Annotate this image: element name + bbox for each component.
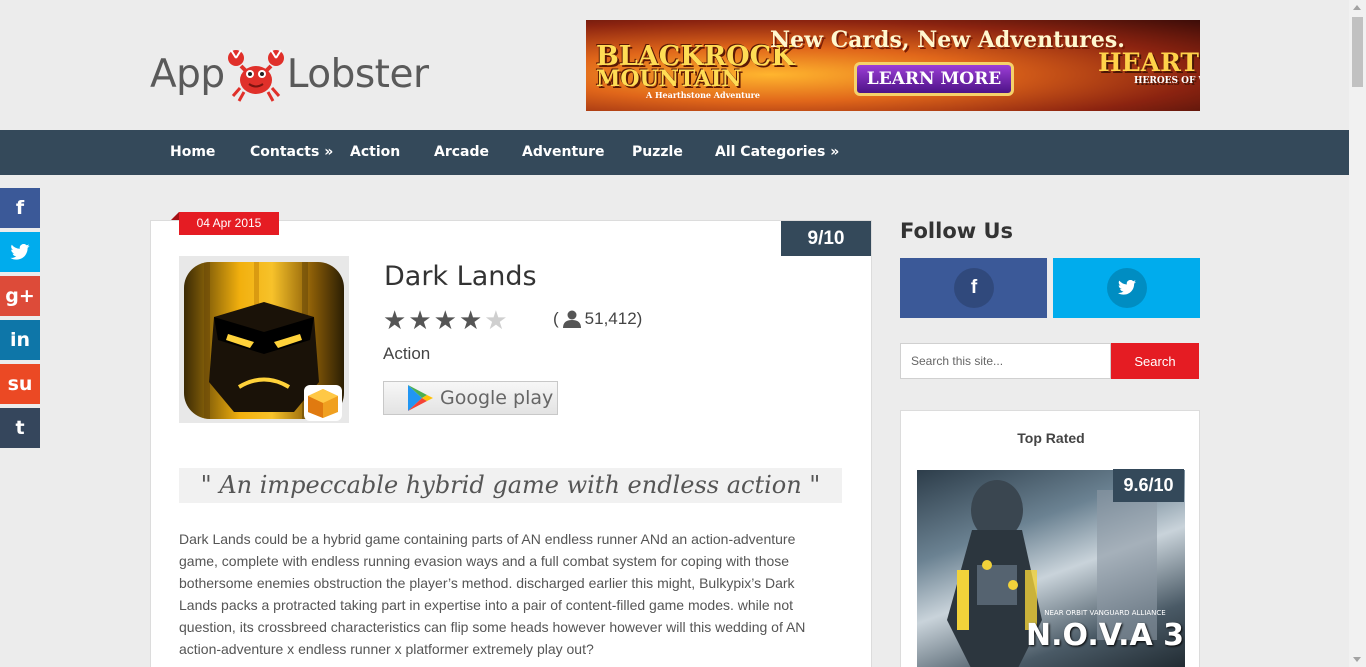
site-header: App Lobster BLACKROCK MOUNTAIN A Hearths… — [0, 0, 1349, 130]
page-scrollbar[interactable] — [1349, 0, 1366, 667]
follow-twitter-button[interactable] — [1053, 258, 1200, 318]
scroll-up-arrow-icon[interactable] — [1353, 5, 1361, 10]
scroll-down-arrow-icon[interactable] — [1353, 657, 1361, 662]
banner-brand: HEARTH HEROES OF W — [1098, 48, 1200, 86]
ad-banner[interactable]: BLACKROCK MOUNTAIN A Hearthstone Adventu… — [586, 20, 1200, 111]
facebook-icon: f — [954, 268, 994, 308]
post-quote: " An impeccable hybrid game with endless… — [179, 468, 842, 503]
share-google-plus-icon[interactable]: g+ — [0, 276, 40, 316]
star-icon: ★ — [383, 305, 409, 335]
site-search-input[interactable] — [900, 343, 1111, 379]
share-twitter-icon[interactable] — [0, 232, 40, 272]
share-sidebar: f g+ in su t — [0, 188, 40, 452]
nav-arcade[interactable]: Arcade — [434, 130, 489, 175]
star-icon: ★ — [433, 305, 459, 335]
rating-votes: ( 51,412) — [553, 309, 643, 328]
star-empty-icon: ★ — [484, 305, 510, 335]
top-rated-widget: Top Rated NEAR ORBIT VANGUARD ALLIANCE N… — [900, 410, 1200, 667]
rating-stars: ★★★★★ — [383, 307, 510, 333]
follow-us-title: Follow Us — [900, 219, 1014, 243]
logo-text-app: App — [150, 51, 225, 97]
google-play-icon — [408, 385, 433, 411]
nav-contacts[interactable]: Contacts » — [250, 130, 333, 175]
votes-count: 51,412) — [584, 309, 643, 328]
user-icon — [562, 310, 581, 328]
top-rated-game-title: N.O.V.A 3 — [1025, 618, 1185, 653]
google-play-label: Google play — [440, 387, 554, 409]
nav-adventure[interactable]: Adventure — [522, 130, 605, 175]
share-facebook-icon[interactable]: f — [0, 188, 40, 228]
share-stumbleupon-icon[interactable]: su — [0, 364, 40, 404]
banner-game-title: BLACKROCK MOUNTAIN A Hearthstone Adventu… — [596, 41, 795, 100]
star-icon: ★ — [408, 305, 434, 335]
lobster-icon — [227, 49, 284, 102]
top-rated-score-badge: 9.6/10 — [1113, 469, 1184, 502]
banner-learn-more-button[interactable]: LEARN MORE — [854, 62, 1014, 96]
nav-action[interactable]: Action — [350, 130, 400, 175]
follow-facebook-button[interactable]: f — [900, 258, 1047, 318]
top-rated-game-subtitle: NEAR ORBIT VANGUARD ALLIANCE — [1044, 609, 1166, 617]
scroll-thumb[interactable] — [1352, 17, 1363, 87]
app-category[interactable]: Action — [383, 344, 430, 364]
google-play-button[interactable]: Google play — [383, 381, 558, 415]
app-icon[interactable] — [179, 256, 349, 423]
banner-headline: New Cards, New Adventures. — [770, 27, 1125, 53]
search-button[interactable]: Search — [1111, 343, 1199, 379]
nav-puzzle[interactable]: Puzzle — [632, 130, 683, 175]
share-tumblr-icon[interactable]: t — [0, 408, 40, 448]
twitter-icon — [1107, 268, 1147, 308]
nav-home[interactable]: Home — [170, 130, 215, 175]
logo-text-lobster: Lobster — [286, 51, 429, 97]
app-title: Dark Lands — [384, 261, 537, 292]
post-body: Dark Lands could be a hybrid game contai… — [179, 531, 806, 657]
star-icon: ★ — [458, 305, 485, 335]
badge-cube-icon — [304, 385, 342, 421]
post-score-badge: 9/10 — [781, 221, 871, 256]
main-nav: Home Contacts » Action Arcade Adventure … — [0, 130, 1349, 175]
post-date-badge: 04 Apr 2015 — [171, 212, 279, 235]
share-linkedin-icon[interactable]: in — [0, 320, 40, 360]
nav-all-categories[interactable]: All Categories » — [715, 130, 839, 175]
top-rated-title: Top Rated — [1017, 430, 1085, 446]
site-logo[interactable]: App Lobster — [150, 44, 429, 104]
